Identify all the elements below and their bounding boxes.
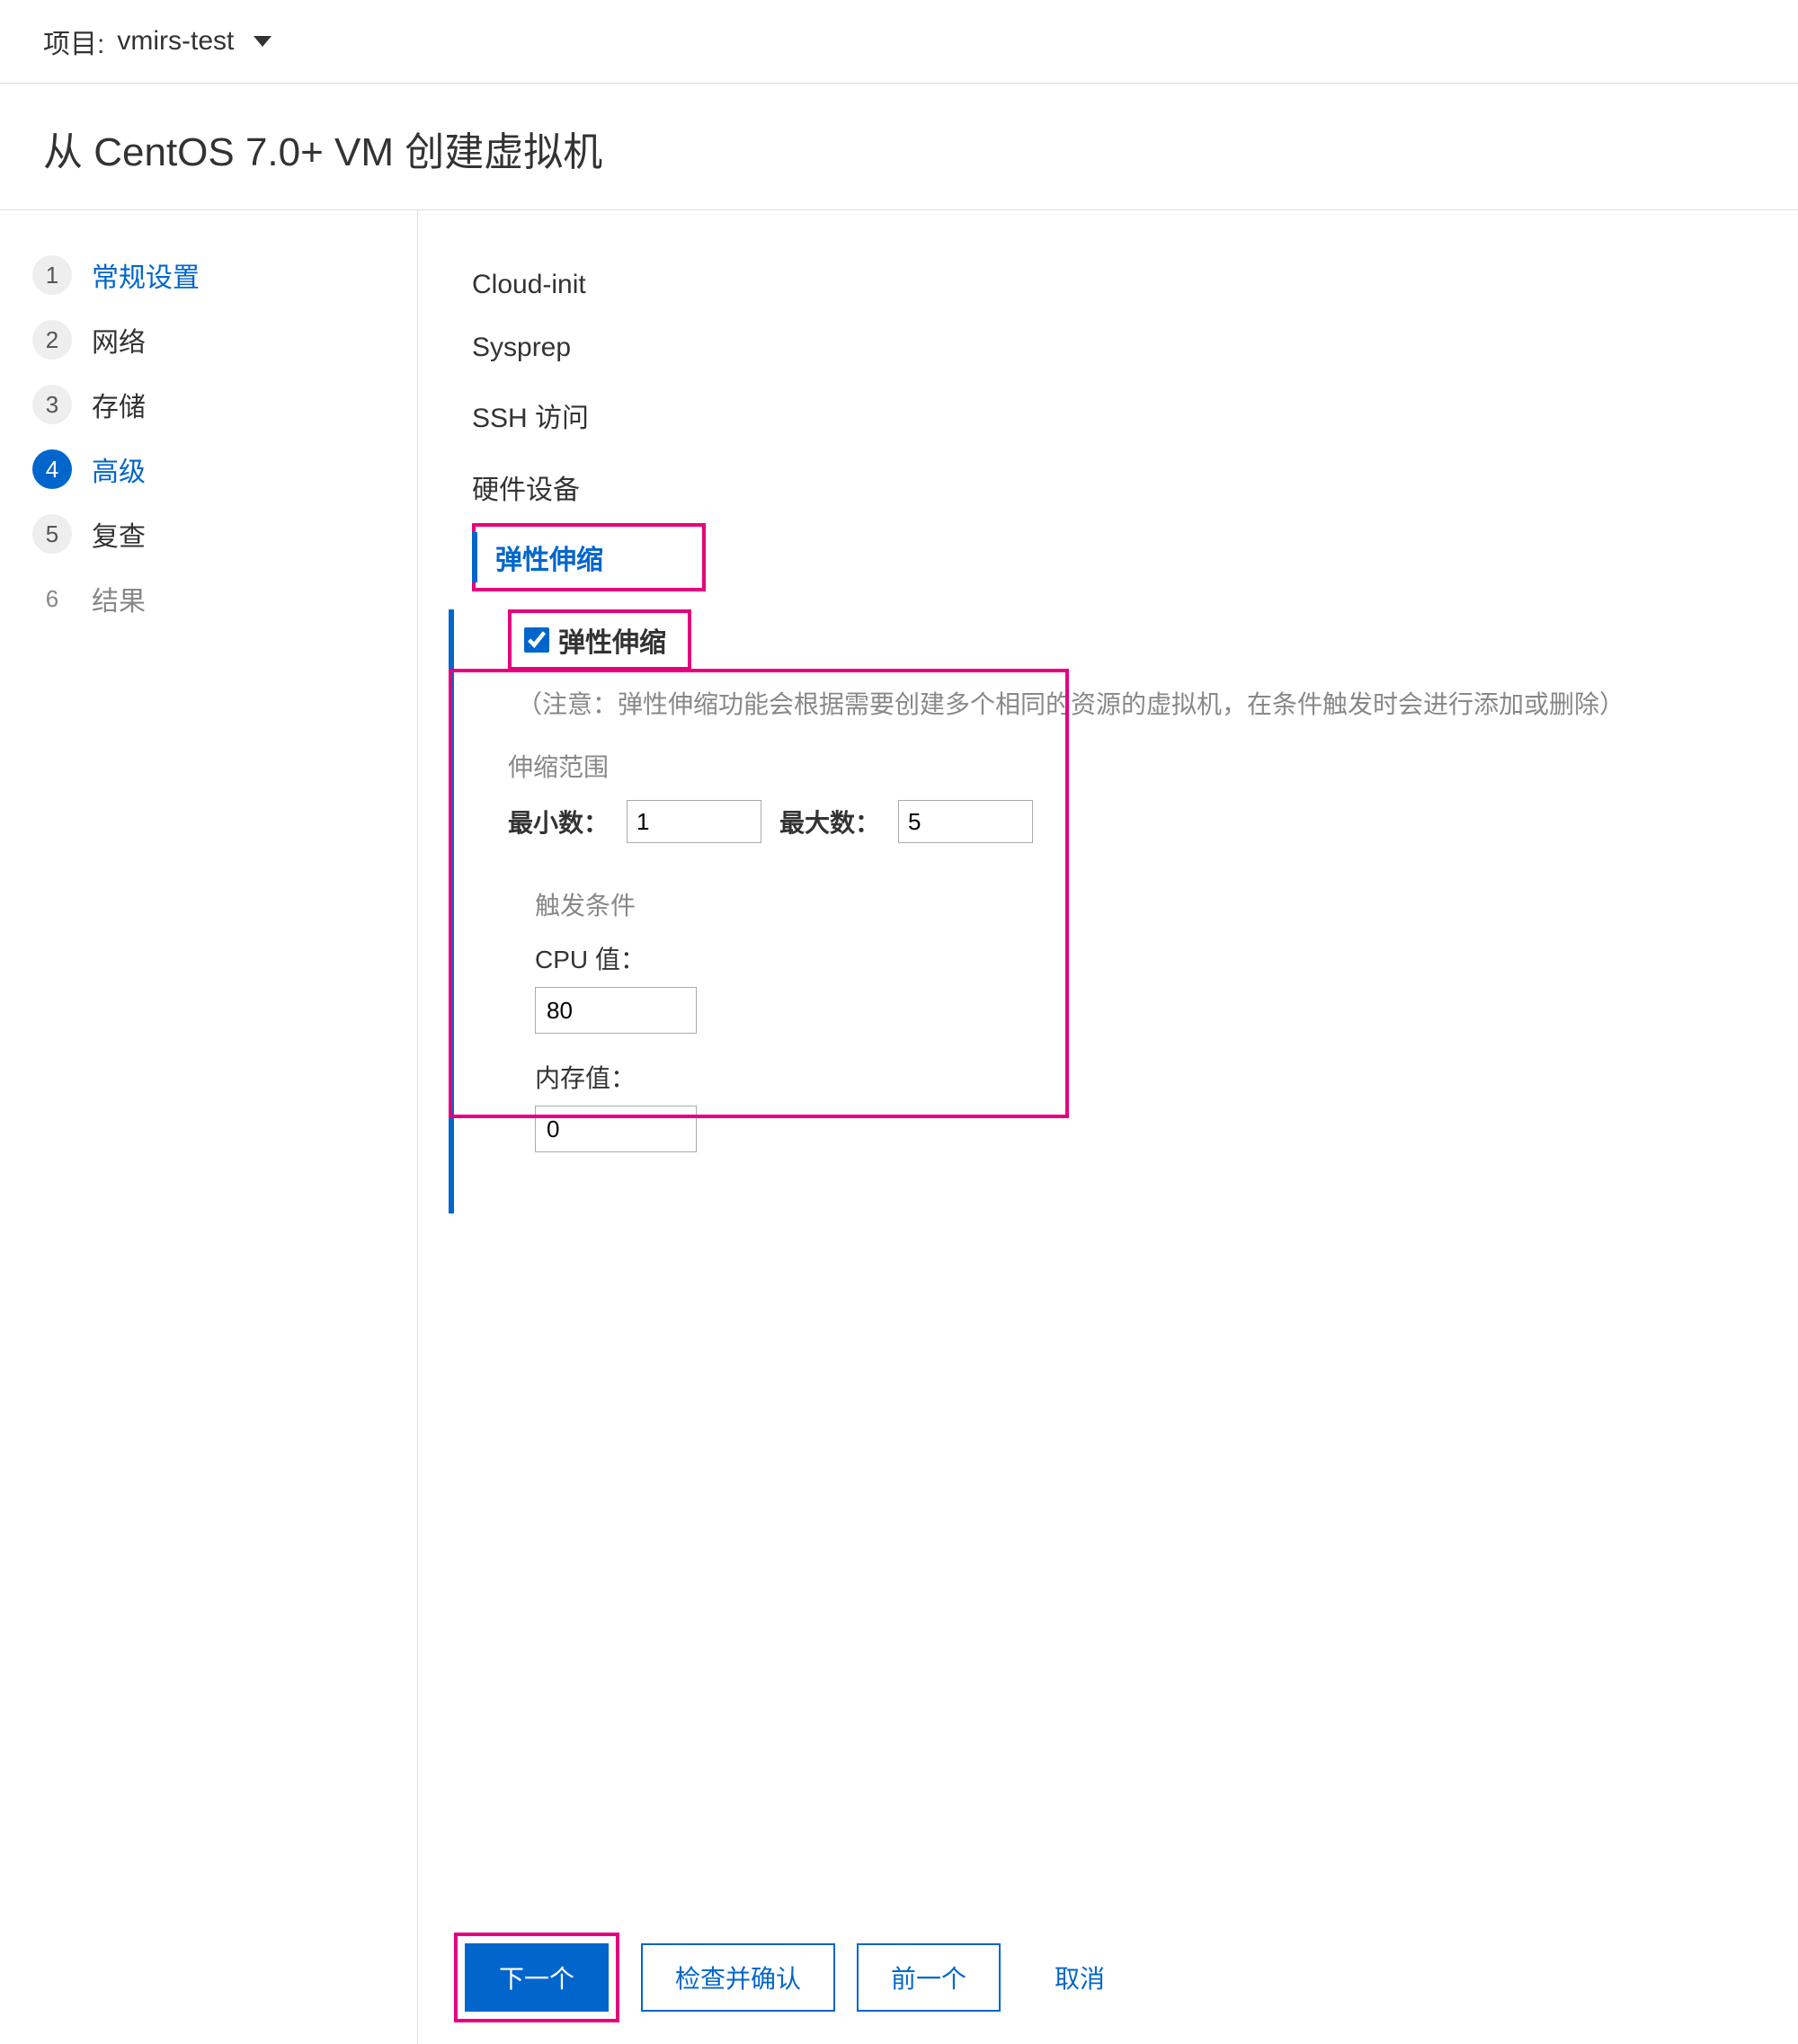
highlight-elastic-tab: 弹性伸缩 [472, 523, 706, 591]
tab-ssh[interactable]: SSH 访问 [472, 379, 1744, 451]
step-number: 3 [32, 385, 72, 424]
page-title: 从 CentOS 7.0+ VM 创建虚拟机 [0, 84, 1798, 210]
highlight-elastic-checkbox: 弹性伸缩 [508, 609, 691, 671]
project-label: 项目: [43, 22, 104, 61]
step-number: 6 [32, 579, 72, 618]
step-result: 6 结果 [32, 566, 385, 631]
max-input[interactable] [898, 800, 1033, 843]
main-panel: Cloud-init Sysprep SSH 访问 硬件设备 弹性伸缩 弹性伸缩… [418, 210, 1798, 2044]
step-label: 高级 [92, 449, 146, 489]
step-network[interactable]: 2 网络 [32, 307, 385, 372]
cpu-input[interactable] [535, 987, 697, 1034]
tab-elastic[interactable]: 弹性伸缩 [472, 532, 603, 582]
step-label: 存储 [92, 385, 146, 424]
next-button[interactable]: 下一个 [465, 1943, 609, 2012]
step-storage[interactable]: 3 存储 [32, 372, 385, 437]
project-name: vmirs-test [117, 26, 234, 57]
step-number: 2 [32, 320, 72, 360]
min-label: 最小数： [508, 804, 609, 840]
cancel-button[interactable]: 取消 [1022, 1945, 1137, 2010]
tab-hardware[interactable]: 硬件设备 [472, 451, 1744, 523]
review-button[interactable]: 检查并确认 [641, 1943, 835, 2012]
wizard-steps: 1 常规设置 2 网络 3 存储 4 高级 5 复查 6 结果 [0, 210, 418, 2044]
step-review[interactable]: 5 复查 [32, 502, 385, 566]
tab-sysprep[interactable]: Sysprep [472, 316, 1744, 379]
chevron-down-icon [254, 36, 271, 47]
step-number: 1 [32, 255, 72, 295]
step-advanced[interactable]: 4 高级 [32, 437, 385, 502]
step-label: 结果 [92, 579, 146, 618]
trigger-title: 触发条件 [535, 886, 1744, 922]
prev-button[interactable]: 前一个 [857, 1943, 1001, 2012]
range-title: 伸缩范围 [508, 748, 1744, 784]
step-label: 常规设置 [92, 255, 200, 295]
elastic-checkbox-label: 弹性伸缩 [558, 620, 666, 660]
step-label: 复查 [92, 514, 146, 554]
mem-input[interactable] [535, 1106, 697, 1152]
tab-cloud-init[interactable]: Cloud-init [472, 253, 1744, 316]
step-number: 5 [32, 514, 72, 554]
mem-label: 内存值： [535, 1059, 1744, 1095]
project-selector[interactable]: 项目: vmirs-test [0, 0, 1798, 84]
step-number: 4 [32, 449, 72, 489]
elastic-hint: （注意：弹性伸缩功能会根据需要创建多个相同的资源的虚拟机，在条件触发时会进行添加… [517, 685, 1744, 721]
min-input[interactable] [627, 800, 761, 843]
wizard-footer: 下一个 检查并确认 前一个 取消 [454, 1933, 1137, 2022]
highlight-next-button: 下一个 [454, 1933, 619, 2022]
cpu-label: CPU 值： [535, 940, 1744, 976]
step-label: 网络 [92, 320, 146, 360]
elastic-checkbox[interactable] [524, 627, 549, 653]
step-general[interactable]: 1 常规设置 [32, 243, 385, 307]
max-label: 最大数： [779, 804, 880, 840]
